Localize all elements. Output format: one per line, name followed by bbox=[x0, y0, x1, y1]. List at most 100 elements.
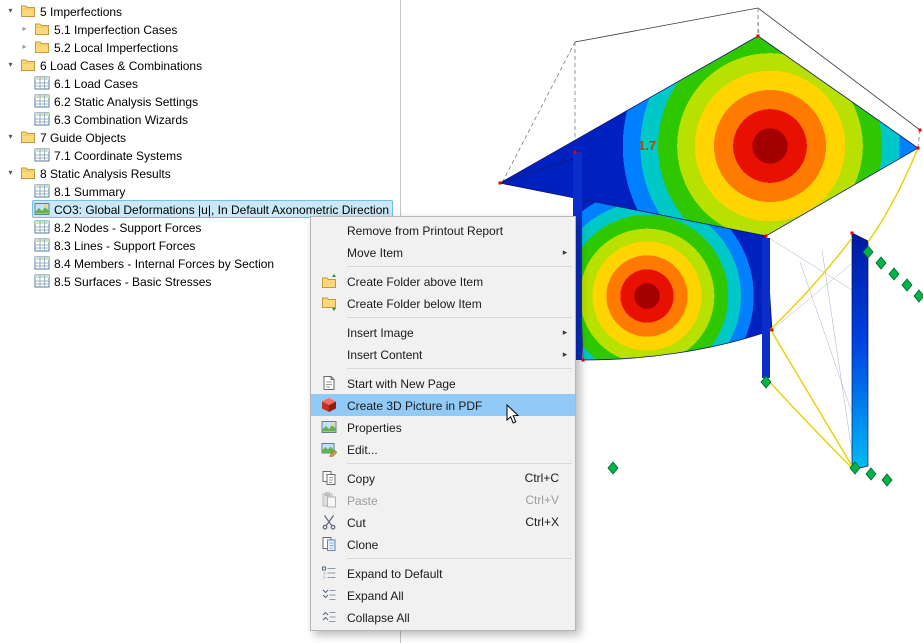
tree-node[interactable]: 8.5 Surfaces - Basic Stresses bbox=[32, 272, 215, 290]
menu-item-collapse-all[interactable]: Collapse All bbox=[311, 606, 575, 628]
tree-node[interactable]: 7.1 Coordinate Systems bbox=[32, 146, 186, 164]
folder-icon bbox=[20, 3, 36, 19]
menu-item-label: Start with New Page bbox=[347, 376, 456, 391]
menu-icon-gutter bbox=[311, 565, 347, 581]
tree-item-6-load-cases-combinations[interactable]: ▾ 6 Load Cases & Combinations bbox=[0, 56, 398, 74]
menu-item-label: Create 3D Picture in PDF bbox=[347, 398, 483, 413]
tree-item-6-1-load-cases[interactable]: 6.1 Load Cases bbox=[0, 74, 398, 92]
menu-item-insert-content[interactable]: Insert Content ▸ bbox=[311, 343, 575, 365]
menu-item-edit[interactable]: Edit... bbox=[311, 438, 575, 460]
tree-item-label: 8.1 Summary bbox=[54, 184, 126, 199]
context-menu: Remove from Printout Report Move Item ▸ Cre… bbox=[310, 216, 576, 631]
tree-item-label: 6.1 Load Cases bbox=[54, 76, 139, 91]
tree-item-label: CO3: Global Deformations |u|, In Default… bbox=[54, 202, 390, 217]
chevron-expanded-icon[interactable]: ▾ bbox=[3, 164, 18, 182]
menu-item-clone[interactable]: Clone bbox=[311, 533, 575, 555]
menu-item-label: Expand All bbox=[347, 588, 404, 603]
tree-node[interactable]: 8 Static Analysis Results bbox=[18, 164, 175, 182]
menu-item-label: Paste bbox=[347, 493, 378, 508]
expand-all-icon bbox=[321, 587, 337, 603]
tree-node[interactable]: 6.1 Load Cases bbox=[32, 74, 142, 92]
tree-node[interactable]: 6 Load Cases & Combinations bbox=[18, 56, 206, 74]
tree-item-label: 8 Static Analysis Results bbox=[40, 166, 171, 181]
cut-icon bbox=[321, 514, 337, 530]
menu-item-label: Insert Content bbox=[347, 347, 423, 362]
tree-item-7-1-coordinate-systems[interactable]: 7.1 Coordinate Systems bbox=[0, 146, 398, 164]
table-icon bbox=[34, 75, 50, 91]
menu-item-expand-to-default[interactable]: Expand to Default bbox=[311, 562, 575, 584]
tree-item-label: 5.2 Local Imperfections bbox=[54, 40, 179, 55]
menu-item-cut[interactable]: Cut Ctrl+X bbox=[311, 511, 575, 533]
tree-item-label: 6 Load Cases & Combinations bbox=[40, 58, 203, 73]
chevron-collapsed-icon[interactable]: ▸ bbox=[17, 38, 32, 56]
menu-item-label: Copy bbox=[347, 471, 376, 486]
tree-item-label: 7 Guide Objects bbox=[40, 130, 127, 145]
tree-node[interactable]: 5.2 Local Imperfections bbox=[32, 38, 182, 56]
menu-item-copy[interactable]: Copy Ctrl+C bbox=[311, 467, 575, 489]
table-icon bbox=[34, 237, 50, 253]
tree-item-6-3-combination-wizards[interactable]: 6.3 Combination Wizards bbox=[0, 110, 398, 128]
menu-item-label: Clone bbox=[347, 537, 379, 552]
tree-node[interactable]: 7 Guide Objects bbox=[18, 128, 130, 146]
menu-separator bbox=[347, 368, 572, 369]
max-deformation-label: 1.7 bbox=[638, 138, 656, 153]
menu-item-create-folder-above-item[interactable]: Create Folder above Item bbox=[311, 270, 575, 292]
menu-item-create-folder-below-item[interactable]: Create Folder below Item bbox=[311, 292, 575, 314]
menu-icon-gutter bbox=[311, 492, 347, 508]
tree-item-7-guide-objects[interactable]: ▾ 7 Guide Objects bbox=[0, 128, 398, 146]
menu-item-properties[interactable]: Properties bbox=[311, 416, 575, 438]
tree-node[interactable]: 8.4 Members - Internal Forces by Section bbox=[32, 254, 278, 272]
tree-node[interactable]: 8.1 Summary bbox=[32, 182, 129, 200]
menu-item-expand-all[interactable]: Expand All bbox=[311, 584, 575, 606]
tree-item-label: 8.3 Lines - Support Forces bbox=[54, 238, 196, 253]
cube-3d-icon bbox=[321, 397, 337, 413]
menu-item-create-3d-picture-in-pdf[interactable]: Create 3D Picture in PDF bbox=[311, 394, 575, 416]
chevron-expanded-icon[interactable]: ▾ bbox=[3, 56, 18, 74]
folder-icon bbox=[34, 39, 50, 55]
menu-item-insert-image[interactable]: Insert Image ▸ bbox=[311, 321, 575, 343]
tree-item-label: 8.4 Members - Internal Forces by Section bbox=[54, 256, 275, 271]
menu-separator bbox=[347, 558, 572, 559]
tree-item-5-imperfections[interactable]: ▾ 5 Imperfections bbox=[0, 2, 398, 20]
menu-item-label: Collapse All bbox=[347, 610, 410, 625]
tree-item-8-static-analysis-results[interactable]: ▾ 8 Static Analysis Results bbox=[0, 164, 398, 182]
chevron-expanded-icon[interactable]: ▾ bbox=[3, 2, 18, 20]
tree-node[interactable]: 8.3 Lines - Support Forces bbox=[32, 236, 199, 254]
submenu-arrow-icon: ▸ bbox=[562, 326, 568, 337]
tree-item-5-1-imperfection-cases[interactable]: ▸ 5.1 Imperfection Cases bbox=[0, 20, 398, 38]
menu-item-label: Move Item bbox=[347, 245, 404, 260]
menu-item-shortcut: Ctrl+C bbox=[524, 471, 559, 485]
collapse-all-icon bbox=[321, 609, 337, 625]
middle-column bbox=[762, 238, 770, 378]
menu-separator bbox=[347, 463, 572, 464]
menu-icon-gutter bbox=[311, 470, 347, 486]
tree-item-8-1-summary[interactable]: 8.1 Summary bbox=[0, 182, 398, 200]
tree-node[interactable]: 8.2 Nodes - Support Forces bbox=[32, 218, 205, 236]
tree-node[interactable]: 6.2 Static Analysis Settings bbox=[32, 92, 202, 110]
new-page-icon bbox=[321, 375, 337, 391]
menu-item-remove-from-printout-report[interactable]: Remove from Printout Report bbox=[311, 219, 575, 241]
tree-item-label: 6.2 Static Analysis Settings bbox=[54, 94, 199, 109]
menu-icon-gutter bbox=[311, 419, 347, 435]
table-icon bbox=[34, 111, 50, 127]
menu-icon-gutter bbox=[311, 346, 347, 362]
blank-icon bbox=[321, 244, 337, 260]
folder-icon bbox=[34, 21, 50, 37]
blank-icon bbox=[321, 222, 337, 238]
tree-node[interactable]: 6.3 Combination Wizards bbox=[32, 110, 192, 128]
blank-icon bbox=[321, 346, 337, 362]
tree-node[interactable]: 5.1 Imperfection Cases bbox=[32, 20, 181, 38]
chevron-collapsed-icon[interactable]: ▸ bbox=[17, 20, 32, 38]
mouse-cursor bbox=[506, 404, 520, 424]
submenu-arrow-icon: ▸ bbox=[562, 246, 568, 257]
menu-icon-gutter bbox=[311, 397, 347, 413]
tree-item-5-2-local-imperfections[interactable]: ▸ 5.2 Local Imperfections bbox=[0, 38, 398, 56]
menu-item-start-with-new-page[interactable]: Start with New Page bbox=[311, 372, 575, 394]
chevron-expanded-icon[interactable]: ▾ bbox=[3, 128, 18, 146]
menu-item-move-item[interactable]: Move Item ▸ bbox=[311, 241, 575, 263]
tree-node[interactable]: 5 Imperfections bbox=[18, 2, 126, 20]
right-edge-panel bbox=[851, 232, 869, 471]
tree-item-6-2-static-analysis-settings[interactable]: 6.2 Static Analysis Settings bbox=[0, 92, 398, 110]
tree-item-label: 8.5 Surfaces - Basic Stresses bbox=[54, 274, 212, 289]
folder-above-icon bbox=[321, 273, 337, 289]
